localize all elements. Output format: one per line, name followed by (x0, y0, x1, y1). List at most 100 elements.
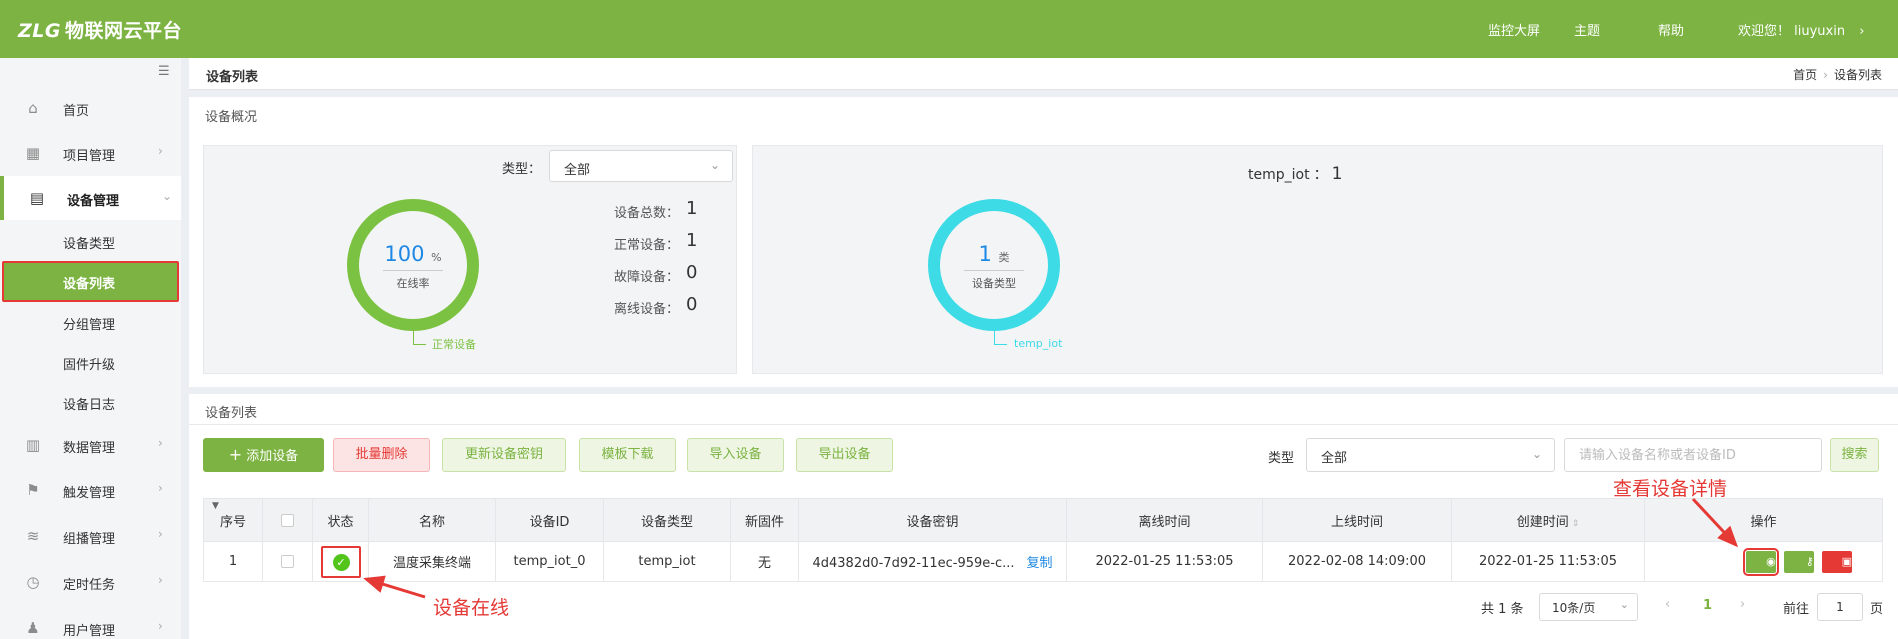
sidebar-item-label: 项目管理 (63, 149, 116, 164)
home-icon: ⌂ (28, 99, 38, 117)
col-status: 状态 (312, 498, 369, 542)
type-caption: 设备类型 (972, 277, 1016, 290)
sidebar-item-data[interactable]: ▥ 数据管理 › (0, 423, 181, 467)
next-page-button[interactable]: › (1740, 597, 1745, 612)
ring-divider (964, 270, 1024, 271)
goto-page-input[interactable]: 1 (1817, 593, 1863, 621)
sidebar-item-triggers[interactable]: ⚑ 触发管理 › (0, 468, 181, 512)
sidebar-item-home[interactable]: ⌂ 首页 (0, 86, 181, 130)
nav-theme[interactable]: 主题 (1574, 20, 1600, 39)
top-header: ZLG 物联网云平台 监控大屏 主题 帮助 欢迎您！ liuyuxin › (0, 0, 1898, 58)
overview-type-select[interactable]: 全部 ⌄ (549, 150, 733, 182)
prev-page-button[interactable]: ‹ (1665, 597, 1670, 612)
stat-value-normal: 1 (686, 230, 698, 251)
import-device-button[interactable]: 导入设备 (687, 438, 784, 472)
chevron-down-icon: ⌄ (1619, 598, 1629, 611)
select-all-checkbox[interactable] (281, 513, 294, 527)
nav-help[interactable]: 帮助 (1658, 20, 1684, 39)
sidebar-sub-label: 设备类型 (63, 237, 116, 252)
template-download-button[interactable]: 模板下载 (579, 438, 676, 472)
sidebar-sub-device-list[interactable]: 设备列表 (2, 261, 179, 302)
current-page[interactable]: 1 (1703, 598, 1712, 613)
sidebar-item-label: 设备管理 (67, 194, 120, 209)
sidebar-item-multicast[interactable]: ≋ 组播管理 › (0, 514, 181, 558)
cell-online-time: 2022-02-08 14:09:00 (1262, 541, 1452, 582)
col-new-firmware: 新固件 (730, 498, 799, 542)
batch-delete-button[interactable]: 批量删除 (333, 438, 430, 472)
sidebar-sub-label: 分组管理 (63, 318, 116, 333)
view-detail-button[interactable]: ◉ (1742, 547, 1779, 576)
page-size-select[interactable]: 10条/页 ⌄ (1539, 593, 1638, 621)
sort-icon[interactable]: ⇕ (1572, 519, 1580, 529)
select-value: 10条/页 (1552, 601, 1596, 615)
col-select-all[interactable] (262, 498, 313, 542)
sidebar-item-label: 数据管理 (63, 441, 116, 456)
sidebar-sub-group-management[interactable]: 分组管理 (0, 302, 181, 342)
collapse-menu-icon[interactable]: ☰ (158, 64, 170, 79)
list-type-select[interactable]: 全部 ⌄ (1306, 438, 1555, 472)
bar-chart-icon: ▥ (25, 436, 41, 454)
trash-icon: ▣ (1841, 554, 1852, 568)
col-created-time[interactable]: 创建时间 ⇕ (1451, 498, 1645, 542)
sidebar-sub-label: 固件升级 (63, 358, 116, 373)
clock-icon: ◷ (26, 573, 40, 591)
sidebar-item-scheduled-tasks[interactable]: ◷ 定时任务 › (0, 560, 181, 604)
cell-offline-time: 2022-01-25 11:53:05 (1066, 541, 1263, 582)
search-input[interactable] (1564, 438, 1822, 472)
type-summary-value: 1 (1331, 164, 1343, 184)
list-type-label: 类型 (1268, 451, 1295, 466)
export-device-button[interactable]: 导出设备 (796, 438, 893, 472)
search-button[interactable]: 搜索 (1830, 438, 1879, 472)
chevron-right-icon: › (158, 619, 163, 633)
divider (189, 424, 1898, 425)
sidebar-item-devices[interactable]: ▤ 设备管理 ⌄ (0, 176, 181, 220)
update-key-button[interactable]: 更新设备密钥 (442, 438, 566, 472)
page-title: 设备列表 (206, 70, 259, 85)
chevron-down-icon: ⌄ (709, 158, 720, 172)
table-row: 1 ✓ 温度采集终端 temp_iot_0 temp_iot 无 4d4382d… (203, 541, 1883, 582)
rate-caption: 在线率 (396, 277, 430, 290)
cell-device-type: temp_iot (603, 541, 731, 582)
annotation-detail: 查看设备详情 (1613, 478, 1728, 500)
copy-key-link[interactable]: 复制 (1027, 556, 1053, 571)
add-device-button[interactable]: + 添加设备 (203, 438, 324, 472)
sidebar-item-label: 组播管理 (63, 532, 116, 547)
rate-unit: % (431, 251, 442, 264)
cell-select[interactable] (262, 541, 313, 582)
type-summary-name: temp_iot (1248, 167, 1310, 183)
goto-label: 前往 (1783, 602, 1810, 617)
chevron-right-icon: › (158, 527, 163, 541)
col-index[interactable]: ▼ 序号 (203, 498, 263, 542)
plus-icon: + (228, 445, 243, 464)
cell-actions: ◉ ⚷ ▣ (1644, 541, 1883, 582)
type-count-value: 1 类 (934, 242, 1054, 266)
breadcrumb-home[interactable]: 首页 (1793, 68, 1817, 82)
nav-monitor-screen[interactable]: 监控大屏 (1488, 20, 1540, 39)
sidebar-item-projects[interactable]: ▦ 项目管理 › (0, 131, 181, 175)
sidebar-item-label: 触发管理 (63, 486, 116, 501)
legend-leader (994, 331, 995, 344)
sidebar-sub-device-log[interactable]: 设备日志 (0, 382, 181, 422)
sidebar-item-label: 用户管理 (63, 624, 116, 639)
sidebar-item-users[interactable]: ♟ 用户管理 › (0, 606, 181, 639)
online-check-icon: ✓ (332, 553, 350, 571)
select-value: 全部 (564, 163, 591, 178)
sidebar-sub-firmware-upgrade[interactable]: 固件升级 (0, 342, 181, 382)
annotation-online: 设备在线 (433, 597, 510, 619)
stat-value-fault: 0 (686, 262, 698, 283)
breadcrumb: 首页 › 设备列表 (1793, 66, 1882, 83)
legend-leader (413, 331, 414, 344)
row-checkbox[interactable] (281, 555, 294, 568)
overview-title: 设备概况 (205, 110, 258, 125)
user-icon: ♟ (26, 619, 40, 637)
sidebar-sub-device-types[interactable]: 设备类型 (0, 221, 181, 261)
col-online-time: 上线时间 (1262, 498, 1452, 542)
breadcrumb-separator: › (1823, 68, 1828, 82)
table-header-row: ▼ 序号 状态 名称 设备ID 设备类型 新固件 设备密钥 离线时间 上线时间 … (203, 498, 1883, 542)
app-logo[interactable]: ZLG 物联网云平台 (18, 16, 182, 43)
user-welcome[interactable]: 欢迎您！ liuyuxin › (1738, 20, 1864, 39)
search-field[interactable] (1565, 439, 1821, 471)
key-settings-button[interactable]: ⚷ (1783, 550, 1814, 573)
device-icon: ▤ (29, 189, 45, 207)
delete-button[interactable]: ▣ (1822, 550, 1852, 573)
